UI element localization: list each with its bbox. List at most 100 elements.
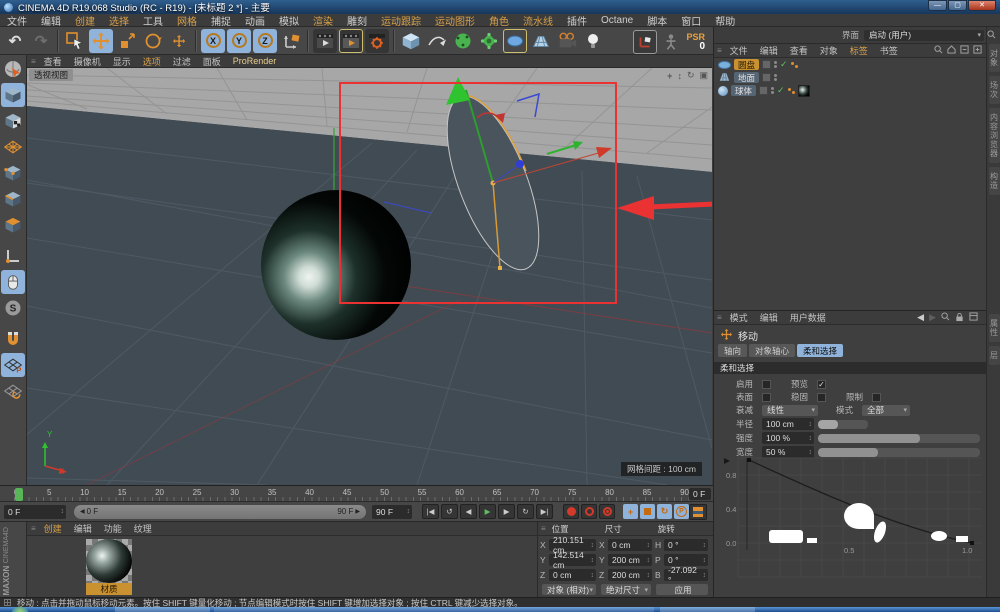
add-spline-pen-button[interactable]	[425, 29, 449, 53]
character-tool-icon[interactable]	[659, 30, 683, 54]
lock-z-axis-button[interactable]: Z	[253, 29, 277, 53]
om-expand-icon[interactable]	[973, 45, 982, 56]
disc-object-icon[interactable]	[718, 61, 731, 69]
timeline-ruler[interactable]: 051015202530354045505560657075808590 0 F	[0, 485, 713, 502]
size-x-field[interactable]: 0 cm↕	[608, 539, 652, 551]
menu-item[interactable]: 创建	[68, 13, 102, 28]
om-burger-icon[interactable]: ≡	[717, 46, 722, 55]
windows-taskbar[interactable]	[0, 607, 1000, 612]
side-tab[interactable]: 层	[989, 346, 1000, 365]
disc-object-name[interactable]: 圆盘	[734, 59, 759, 70]
viewport-zoom-icon[interactable]: ↕	[677, 71, 682, 81]
enable-checkbox[interactable]	[762, 380, 771, 389]
om-menu-item[interactable]: 标签	[844, 44, 874, 57]
enable-snap-magnet-button[interactable]	[1, 327, 25, 351]
taskbar-button[interactable]	[660, 607, 755, 612]
viewport-pan-icon[interactable]: +	[667, 71, 672, 81]
om-menu-item[interactable]: 对象	[814, 44, 844, 57]
snap-grid-button[interactable]	[1, 379, 25, 403]
radius-field[interactable]: 100 cm↕	[762, 418, 814, 430]
size-mode-dropdown[interactable]: 绝对尺寸▾	[601, 584, 651, 595]
disc-enabled-check[interactable]: ✓	[780, 59, 788, 70]
playback-button[interactable]: |◀	[422, 504, 439, 519]
side-tab[interactable]: 内容浏览器	[989, 108, 1000, 163]
am-menu-item[interactable]: 模式	[724, 311, 754, 324]
am-history-back-icon[interactable]: ◀	[917, 312, 924, 323]
add-subdivision-surface-button[interactable]	[451, 29, 475, 53]
pos-y-field[interactable]: 142.514 cm↕	[549, 554, 596, 566]
range-right-arrow-icon[interactable]: ▶	[355, 508, 360, 515]
viewport-menu-item[interactable]: 显示	[107, 55, 137, 68]
gizmo-orange-endpoint[interactable]	[498, 266, 502, 270]
strength-field[interactable]: 100 %↕	[762, 432, 814, 444]
side-tab[interactable]: 属性	[989, 314, 1000, 342]
am-search-icon[interactable]	[941, 312, 950, 323]
restrict-checkbox[interactable]	[872, 393, 881, 402]
close-button[interactable]: ✕	[968, 0, 996, 11]
stable-checkbox[interactable]	[817, 393, 826, 402]
am-burger-icon[interactable]: ≡	[717, 313, 722, 322]
menu-item[interactable]: 渲染	[306, 13, 340, 28]
maximize-button[interactable]: ▢	[948, 0, 967, 11]
strength-slider[interactable]	[818, 434, 980, 443]
move-tool[interactable]	[89, 29, 113, 53]
viewport-menu-item[interactable]: 摄像机	[68, 55, 107, 68]
end-frame-field[interactable]: 90 F↕	[372, 505, 412, 519]
material-menu-item[interactable]: 纹理	[128, 522, 158, 535]
render-view-button[interactable]	[313, 29, 337, 53]
object-row-disc[interactable]: 圆盘 ✓	[714, 58, 986, 71]
taskbar-button[interactable]	[115, 607, 210, 612]
material-menu-item[interactable]: 编辑	[68, 522, 98, 535]
tab-soft-selection[interactable]: 柔和选择	[797, 344, 843, 357]
playback-button[interactable]: ↺	[441, 504, 458, 519]
size-z-field[interactable]: 200 cm↕	[608, 569, 652, 581]
workplane-snap-button[interactable]: P	[1, 353, 25, 377]
viewport-menu-item[interactable]: ProRender	[227, 56, 283, 66]
om-menu-item[interactable]: 编辑	[754, 44, 784, 57]
menu-item[interactable]: 选择	[102, 13, 136, 28]
viewport-menu-item[interactable]: 面板	[197, 55, 227, 68]
lock-x-axis-button[interactable]: X	[201, 29, 225, 53]
sphere-enabled-check[interactable]: ✓	[777, 85, 785, 96]
am-history-forward-icon[interactable]: ▶	[929, 312, 936, 323]
playback-button[interactable]: ▶|	[536, 504, 553, 519]
menu-item[interactable]: 流水线	[516, 13, 560, 28]
frame-range-slider[interactable]: ◀0 F 90 F▶	[74, 505, 366, 519]
add-light-button[interactable]	[581, 29, 605, 53]
coordinates-burger-icon[interactable]: ≡	[541, 524, 546, 533]
menu-item[interactable]: 文件	[0, 13, 34, 28]
floor-object-icon[interactable]	[718, 72, 731, 84]
surface-checkbox[interactable]	[762, 393, 771, 402]
lock-y-axis-button[interactable]: Y	[227, 29, 251, 53]
material-menu-item[interactable]: 功能	[98, 522, 128, 535]
sphere-visibility-dots[interactable]	[771, 87, 774, 94]
side-tab[interactable]: 构造	[989, 167, 1000, 195]
material-menu-item[interactable]: 创建	[38, 522, 68, 535]
edges-mode-button[interactable]	[1, 187, 25, 211]
object-row-sphere[interactable]: 球体 ✓	[714, 84, 986, 97]
playback-button[interactable]: ▶	[498, 504, 515, 519]
position-mode-dropdown[interactable]: 对象 (相对)▾	[542, 584, 596, 595]
side-tab[interactable]: 对象	[989, 44, 1000, 72]
am-menu-item[interactable]: 编辑	[754, 311, 784, 324]
menu-item[interactable]: 运动跟踪	[374, 13, 428, 28]
key-position-toggle[interactable]: +	[623, 504, 638, 519]
playback-button[interactable]: ▶	[479, 504, 496, 519]
model-mode-button[interactable]	[1, 83, 25, 107]
sphere-object-name[interactable]: 球体	[731, 85, 756, 96]
last-tool-used[interactable]	[167, 29, 191, 53]
undo-button[interactable]: ↶	[3, 29, 27, 53]
timeline-playhead[interactable]	[15, 488, 23, 501]
viewport-rotate-icon[interactable]: ↻	[687, 70, 695, 81]
sphere-layer-tag[interactable]	[759, 86, 768, 95]
keyframe-selection-button[interactable]	[599, 504, 615, 519]
mode-dropdown[interactable]: 全部▾	[862, 405, 910, 416]
record-keyframe-button[interactable]	[563, 504, 579, 519]
om-home-icon[interactable]	[947, 45, 956, 56]
menu-item[interactable]: 动画	[238, 13, 272, 28]
object-row-floor[interactable]: 地面	[714, 71, 986, 84]
tab-object-axis[interactable]: 对象轴心	[749, 344, 795, 357]
om-menu-item[interactable]: 文件	[724, 44, 754, 57]
menu-item[interactable]: 捕捉	[204, 13, 238, 28]
playback-button[interactable]: ◀	[460, 504, 477, 519]
